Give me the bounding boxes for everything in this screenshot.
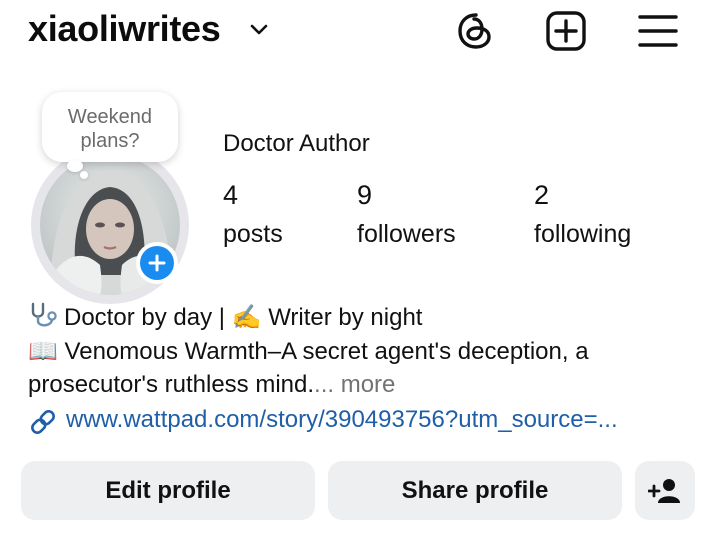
posts-label[interactable]: posts <box>223 220 283 249</box>
note-bubble-tail-dot <box>80 171 88 179</box>
following-label[interactable]: following <box>534 220 631 249</box>
chevron-down-icon[interactable] <box>248 20 270 38</box>
discover-people-button[interactable] <box>635 461 695 520</box>
bio-more-link[interactable]: ... more <box>314 371 395 398</box>
add-person-icon <box>648 478 680 503</box>
posts-count[interactable]: 4 <box>223 180 238 211</box>
plus-icon <box>148 254 166 272</box>
bio-website-link[interactable]: www.wattpad.com/story/390493756?utm_sour… <box>66 406 618 434</box>
bio-line: prosecutor's ruthless mind.... more <box>28 371 395 399</box>
following-count[interactable]: 2 <box>534 180 549 211</box>
create-post-icon[interactable] <box>545 10 587 52</box>
display-name: Doctor Author <box>223 130 370 157</box>
bio-line3-text: prosecutor's ruthless mind. <box>28 371 315 398</box>
link-icon <box>31 410 55 434</box>
note-text-line2: plans? <box>80 130 140 152</box>
followers-label[interactable]: followers <box>357 220 456 249</box>
stethoscope-icon <box>31 302 57 327</box>
bio-line2-text: 📖 Venomous Warmth–A secret agent's decep… <box>28 338 589 365</box>
note-bubble[interactable]: Weekend plans? <box>42 92 178 162</box>
note-bubble-tail <box>67 160 83 172</box>
share-profile-button[interactable]: Share profile <box>328 461 622 520</box>
threads-icon[interactable] <box>455 10 497 52</box>
bio-line1-text: Doctor by day | ✍️ Writer by night <box>64 304 423 331</box>
add-story-button[interactable] <box>136 242 178 284</box>
bio-line: Doctor by day | ✍️ Writer by night <box>28 301 422 332</box>
followers-count[interactable]: 9 <box>357 180 372 211</box>
note-text-line1: Weekend <box>67 106 153 128</box>
profile-username[interactable]: xiaoliwrites <box>28 8 221 50</box>
add-story-badge <box>140 246 174 280</box>
edit-profile-button[interactable]: Edit profile <box>21 461 315 520</box>
menu-icon[interactable] <box>637 10 679 52</box>
